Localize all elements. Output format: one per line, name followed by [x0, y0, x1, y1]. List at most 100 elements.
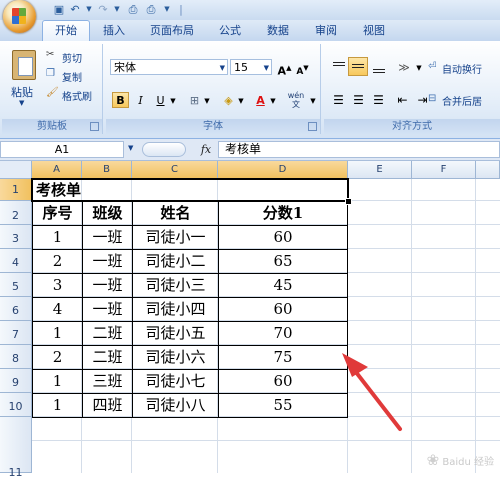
table-cell[interactable]: 司徒小七: [133, 370, 218, 393]
column-header-g[interactable]: [476, 161, 500, 179]
table-cell[interactable]: 1: [33, 370, 82, 393]
table-cell[interactable]: 1: [33, 226, 82, 249]
column-header-c[interactable]: C: [132, 161, 218, 179]
row-header-8[interactable]: 8: [0, 345, 32, 369]
quick-print-icon[interactable]: ⎙: [144, 3, 158, 16]
table-cell[interactable]: 司徒小八: [133, 394, 218, 417]
table-cell[interactable]: 60: [219, 298, 347, 321]
cut-button[interactable]: ✂ 剪切: [46, 49, 102, 65]
copy-button[interactable]: ❐ 复制: [46, 68, 102, 84]
header-cell-score[interactable]: 分数1: [219, 202, 347, 225]
borders-dropdown-icon[interactable]: ▼: [202, 92, 212, 108]
column-header-a[interactable]: A: [32, 161, 82, 179]
table-cell[interactable]: 二班: [83, 322, 132, 345]
clipboard-launcher-icon[interactable]: [90, 122, 99, 131]
row-header-11[interactable]: 11: [0, 417, 32, 479]
font-color-icon[interactable]: A: [252, 92, 269, 108]
row-header-2[interactable]: 2: [0, 201, 32, 225]
column-header-d[interactable]: D: [218, 161, 348, 179]
orientation-icon[interactable]: ≫: [394, 59, 414, 75]
font-color-dropdown-icon[interactable]: ▼: [268, 92, 278, 108]
fill-color-icon[interactable]: ◈: [220, 92, 237, 108]
table-cell[interactable]: 司徒小五: [133, 322, 218, 345]
tab-home[interactable]: 开始: [42, 20, 90, 42]
table-cell[interactable]: 3: [33, 274, 82, 297]
row-header-4[interactable]: 4: [0, 249, 32, 273]
column-header-b[interactable]: B: [82, 161, 132, 179]
borders-icon[interactable]: ⊞: [186, 92, 203, 108]
tab-insert[interactable]: 插入: [92, 21, 136, 41]
italic-button[interactable]: I: [132, 92, 149, 108]
redo-icon[interactable]: ↷: [96, 3, 110, 16]
name-box-dropdown-icon[interactable]: ▼: [128, 144, 133, 152]
table-cell[interactable]: 司徒小六: [133, 346, 218, 369]
align-left-button[interactable]: ☰: [330, 91, 347, 107]
table-cell[interactable]: 司徒小三: [133, 274, 218, 297]
insert-function-button[interactable]: fx: [196, 141, 216, 158]
row-header-1[interactable]: 1: [0, 179, 32, 201]
table-cell[interactable]: 司徒小二: [133, 250, 218, 273]
bold-button[interactable]: B: [112, 92, 129, 108]
table-cell[interactable]: 1: [33, 394, 82, 417]
table-cell[interactable]: 60: [219, 370, 347, 393]
customize-toolbar-icon[interactable]: ▼: [160, 3, 174, 16]
undo-dropdown-icon[interactable]: ▼: [82, 3, 96, 16]
font-launcher-icon[interactable]: [308, 122, 317, 131]
tab-formulas[interactable]: 公式: [208, 21, 252, 41]
row-header-5[interactable]: 5: [0, 273, 32, 297]
tab-review[interactable]: 审阅: [304, 21, 348, 41]
align-middle-button[interactable]: [348, 57, 368, 76]
align-bottom-button[interactable]: [370, 59, 388, 75]
table-cell[interactable]: 2: [33, 250, 82, 273]
table-cell[interactable]: 70: [219, 322, 347, 345]
table-cell[interactable]: 司徒小四: [133, 298, 218, 321]
row-header-3[interactable]: 3: [0, 225, 32, 249]
header-cell-no[interactable]: 序号: [33, 202, 82, 225]
underline-dropdown-icon[interactable]: ▼: [168, 92, 178, 108]
table-cell[interactable]: 45: [219, 274, 347, 297]
align-center-button[interactable]: ☰: [350, 91, 367, 107]
table-cell[interactable]: 1: [33, 322, 82, 345]
tab-page-layout[interactable]: 页面布局: [140, 21, 204, 41]
row-header-7[interactable]: 7: [0, 321, 32, 345]
orientation-dropdown-icon[interactable]: ▼: [414, 59, 424, 75]
phonetic-guide-icon[interactable]: wén 文: [284, 90, 308, 110]
column-header-f[interactable]: F: [412, 161, 476, 179]
table-cell[interactable]: 一班: [83, 274, 132, 297]
table-cell[interactable]: 75: [219, 346, 347, 369]
align-top-button[interactable]: [330, 59, 348, 75]
tab-view[interactable]: 视图: [352, 21, 396, 41]
table-cell[interactable]: 四班: [83, 394, 132, 417]
table-cell[interactable]: 司徒小一: [133, 226, 218, 249]
row-header-10[interactable]: 10: [0, 393, 32, 417]
shrink-font-button[interactable]: A▼: [294, 59, 311, 77]
table-cell[interactable]: 一班: [83, 250, 132, 273]
table-cell[interactable]: 2: [33, 346, 82, 369]
table-cell[interactable]: 65: [219, 250, 347, 273]
table-cell[interactable]: 二班: [83, 346, 132, 369]
formula-bar-splitter[interactable]: [142, 142, 186, 157]
undo-icon[interactable]: ↶: [68, 3, 82, 16]
grow-font-button[interactable]: A▲: [276, 59, 293, 78]
table-cell[interactable]: 55: [219, 394, 347, 417]
font-family-select[interactable]: 宋体 ▼: [110, 59, 228, 75]
worksheet-grid[interactable]: A B C D E F 1 2 3 4 5 6 7 8 9 10 11 考核单: [0, 161, 500, 479]
table-cell[interactable]: 一班: [83, 226, 132, 249]
row-header-9[interactable]: 9: [0, 369, 32, 393]
table-cell[interactable]: 一班: [83, 298, 132, 321]
select-all-corner[interactable]: [0, 161, 32, 179]
fill-color-dropdown-icon[interactable]: ▼: [236, 92, 246, 108]
redo-dropdown-icon[interactable]: ▼: [110, 3, 124, 16]
wrap-text-button[interactable]: ⏎ 自动换行: [426, 59, 500, 76]
table-cell[interactable]: 4: [33, 298, 82, 321]
paste-button[interactable]: 粘贴 ▼: [2, 44, 42, 116]
underline-button[interactable]: U: [152, 92, 169, 108]
header-cell-name[interactable]: 姓名: [133, 202, 218, 225]
phonetic-dropdown-icon[interactable]: ▼: [308, 92, 318, 108]
table-cell[interactable]: 三班: [83, 370, 132, 393]
align-right-button[interactable]: ☰: [370, 91, 387, 107]
header-cell-class[interactable]: 班级: [83, 202, 132, 225]
column-header-e[interactable]: E: [348, 161, 412, 179]
tab-data[interactable]: 数据: [256, 21, 300, 41]
office-button[interactable]: [3, 0, 36, 33]
